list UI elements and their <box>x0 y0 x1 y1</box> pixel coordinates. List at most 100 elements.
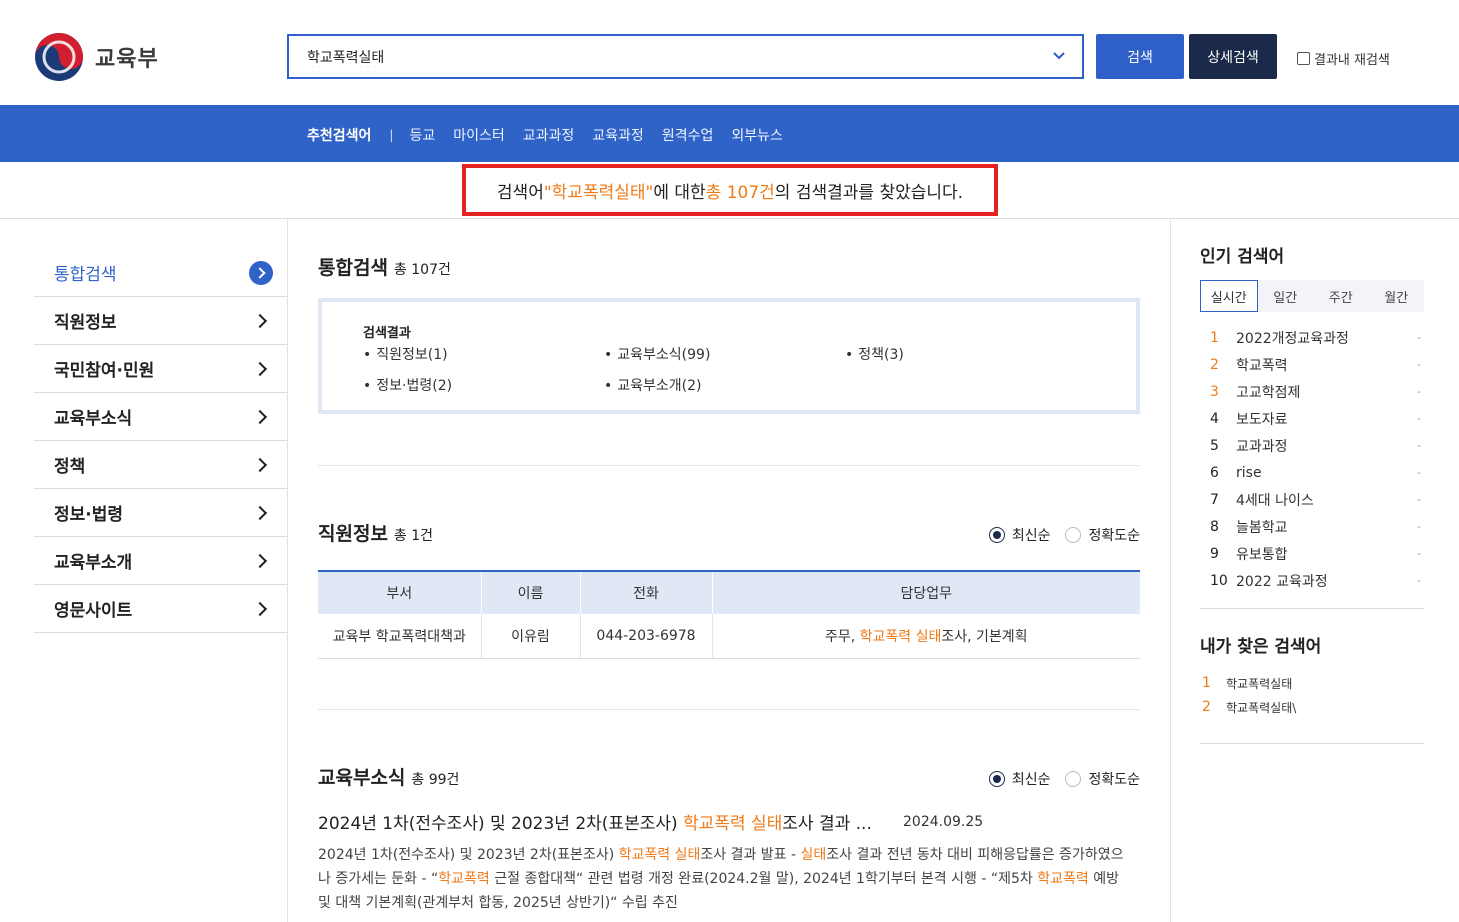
sort-label: 정확도순 <box>1088 772 1140 788</box>
radio-checked-icon <box>988 527 1005 543</box>
my-search-list: 1 학교폭력실태 2 학교폭력실태\ <box>1200 671 1296 719</box>
news-item-title[interactable]: 2024년 1차(전수조사) 및 2023년 2차(표본조사) 학교폭력 실태조… <box>318 809 872 834</box>
rank-change: - <box>1417 439 1421 452</box>
chevron-right-circle-icon <box>249 260 273 285</box>
result-link-staff[interactable]: 직원정보(1) <box>363 344 447 364</box>
list-item[interactable]: 7 4세대 나이스 - <box>1200 486 1424 513</box>
list-item[interactable]: 9 유보통합 - <box>1200 540 1424 567</box>
list-item[interactable]: 10 2022 교육과정 - <box>1200 567 1424 594</box>
chevron-right-icon <box>252 361 268 376</box>
keyword-text: 학교폭력실태\ <box>1226 700 1297 715</box>
detail-search-button[interactable]: 상세검색 <box>1189 34 1277 79</box>
rank-text: 교과과정 <box>1236 438 1288 455</box>
search-box <box>287 34 1084 79</box>
tab-realtime[interactable]: 실시간 <box>1200 280 1258 312</box>
chevron-right-icon <box>252 409 268 424</box>
staff-table: 부서 이름 전화 담당업무 교육부 학교폭력대책과 이유림 044-203-69… <box>318 570 1140 659</box>
result-link-news[interactable]: 교육부소식(99) <box>604 344 710 364</box>
re-search-checkbox[interactable]: 결과내 재검색 <box>1297 49 1390 68</box>
search-button[interactable]: 검색 <box>1096 34 1184 79</box>
highlight-text: 학교폭력 <box>618 847 671 863</box>
recommend-keyword[interactable]: 등교 <box>409 125 435 145</box>
sidebar-item-participation[interactable]: 국민참여·민원 <box>34 345 287 393</box>
sort-latest-radio[interactable]: 최신순 <box>988 769 1050 789</box>
rank-number: 2 <box>1202 699 1211 715</box>
list-item[interactable]: 3 고교학점제 - <box>1200 378 1424 405</box>
checkbox-icon[interactable] <box>1297 52 1310 65</box>
rank-change: - <box>1417 358 1421 371</box>
result-link-about[interactable]: 교육부소개(2) <box>604 375 701 395</box>
list-item[interactable]: 6 rise - <box>1200 459 1424 486</box>
recommend-keyword[interactable]: 원격수업 <box>662 125 714 145</box>
tab-daily[interactable]: 일간 <box>1258 280 1314 312</box>
list-item[interactable]: 1 학교폭력실태 <box>1200 671 1296 695</box>
list-item[interactable]: 1 2022개정교육과정 - <box>1200 324 1424 351</box>
section-title-news: 교육부소식 총 99건 <box>318 763 459 790</box>
result-link-law[interactable]: 정보·법령(2) <box>363 375 452 395</box>
sort-label: 정확도순 <box>1088 528 1140 544</box>
rank-change: - <box>1417 547 1421 560</box>
rank-number: 3 <box>1210 383 1219 400</box>
result-link-policy[interactable]: 정책(3) <box>845 344 904 364</box>
rank-change: - <box>1417 493 1421 506</box>
sidebar-item-news[interactable]: 교육부소식 <box>34 393 287 441</box>
chevron-right-icon <box>252 601 268 616</box>
sidebar-item-english[interactable]: 영문사이트 <box>34 585 287 633</box>
my-search-title: 내가 찾은 검색어 <box>1200 637 1322 657</box>
re-search-label: 결과내 재검색 <box>1314 53 1390 68</box>
integrated-result-box: 검색결과 직원정보(1) 교육부소식(99) 정책(3) 정보·법령(2) 교육… <box>318 298 1140 414</box>
result-summary: 검색어 "학교폭력실태" 에 대한 총 107건 의 검색결과를 찾았습니다. <box>462 164 998 216</box>
recommend-keyword[interactable]: 외부뉴스 <box>731 125 783 145</box>
section-title-integrated: 통합검색 총 107건 <box>318 253 451 280</box>
sort-latest-radio[interactable]: 최신순 <box>988 525 1050 545</box>
radio-icon <box>1065 771 1082 787</box>
highlight-text: 학교폭력 <box>1037 871 1089 887</box>
summary-total: 총 107건 <box>705 182 775 203</box>
search-input[interactable] <box>307 46 1007 68</box>
highlight-text: 실태 <box>751 814 783 834</box>
cell-phone: 044-203-6978 <box>580 614 713 659</box>
section-title-text: 직원정보 <box>318 523 388 545</box>
rank-number: 8 <box>1210 518 1219 535</box>
section-divider <box>1200 608 1424 609</box>
table-row: 교육부 학교폭력대책과 이유림 044-203-6978 주무, 학교폭력 실태… <box>318 614 1140 659</box>
recommend-keyword[interactable]: 교과과정 <box>523 125 575 145</box>
summary-query: "학교폭력실태" <box>543 182 654 203</box>
list-item[interactable]: 8 늘봄학교 - <box>1200 513 1424 540</box>
tab-weekly[interactable]: 주간 <box>1313 280 1369 312</box>
list-item[interactable]: 2 학교폭력실태\ <box>1200 695 1296 719</box>
sort-options-news: 최신순 정확도순 <box>974 769 1140 789</box>
recommend-keyword[interactable]: 마이스터 <box>453 125 505 145</box>
sidebar-item-about[interactable]: 교육부소개 <box>34 537 287 585</box>
rank-number: 7 <box>1210 491 1219 508</box>
rank-text: 2022 교육과정 <box>1236 573 1328 590</box>
government-emblem-icon[interactable] <box>34 32 84 82</box>
sidebar-item-law[interactable]: 정보·법령 <box>34 489 287 537</box>
chevron-down-icon[interactable] <box>1052 49 1066 63</box>
sidebar-item-integrated[interactable]: 통합검색 <box>34 249 287 297</box>
result-summary-bar: 검색어 "학교폭력실태" 에 대한 총 107건 의 검색결과를 찾았습니다. <box>0 162 1459 219</box>
rank-number: 4 <box>1210 410 1219 427</box>
rank-text: 늘봄학교 <box>1236 519 1288 536</box>
rank-change: - <box>1417 466 1421 479</box>
list-item[interactable]: 5 교과과정 - <box>1200 432 1424 459</box>
rank-text: 2022개정교육과정 <box>1236 330 1349 347</box>
list-item[interactable]: 2 학교폭력 - <box>1200 351 1424 378</box>
logo-text[interactable]: 교육부 <box>95 41 159 73</box>
sort-accuracy-radio[interactable]: 정확도순 <box>1065 769 1140 789</box>
highlight-text: 학교폭력 <box>859 628 912 645</box>
rank-text: 학교폭력 <box>1236 357 1288 374</box>
column-header: 부서 <box>318 570 482 614</box>
list-item[interactable]: 4 보도자료 - <box>1200 405 1424 432</box>
sort-accuracy-radio[interactable]: 정확도순 <box>1065 525 1140 545</box>
sidebar-item-label: 정보·법령 <box>54 505 124 525</box>
chevron-right-icon <box>252 457 268 472</box>
popular-list: 1 2022개정교육과정 - 2 학교폭력 - 3 고교학점제 - 4 보도자료 - 5 교과과정… <box>1200 324 1424 594</box>
recommend-keyword[interactable]: 교육과정 <box>592 125 644 145</box>
tab-monthly[interactable]: 월간 <box>1369 280 1425 312</box>
category-sidebar: 통합검색 직원정보 국민참여·민원 교육부소식 정책 정보·법령 교육부소개 영… <box>34 249 287 633</box>
highlight-text: 실태 <box>915 628 942 645</box>
sidebar-item-staff[interactable]: 직원정보 <box>34 297 287 345</box>
sidebar-item-policy[interactable]: 정책 <box>34 441 287 489</box>
keyword-text: 학교폭력실태 <box>1226 676 1293 691</box>
